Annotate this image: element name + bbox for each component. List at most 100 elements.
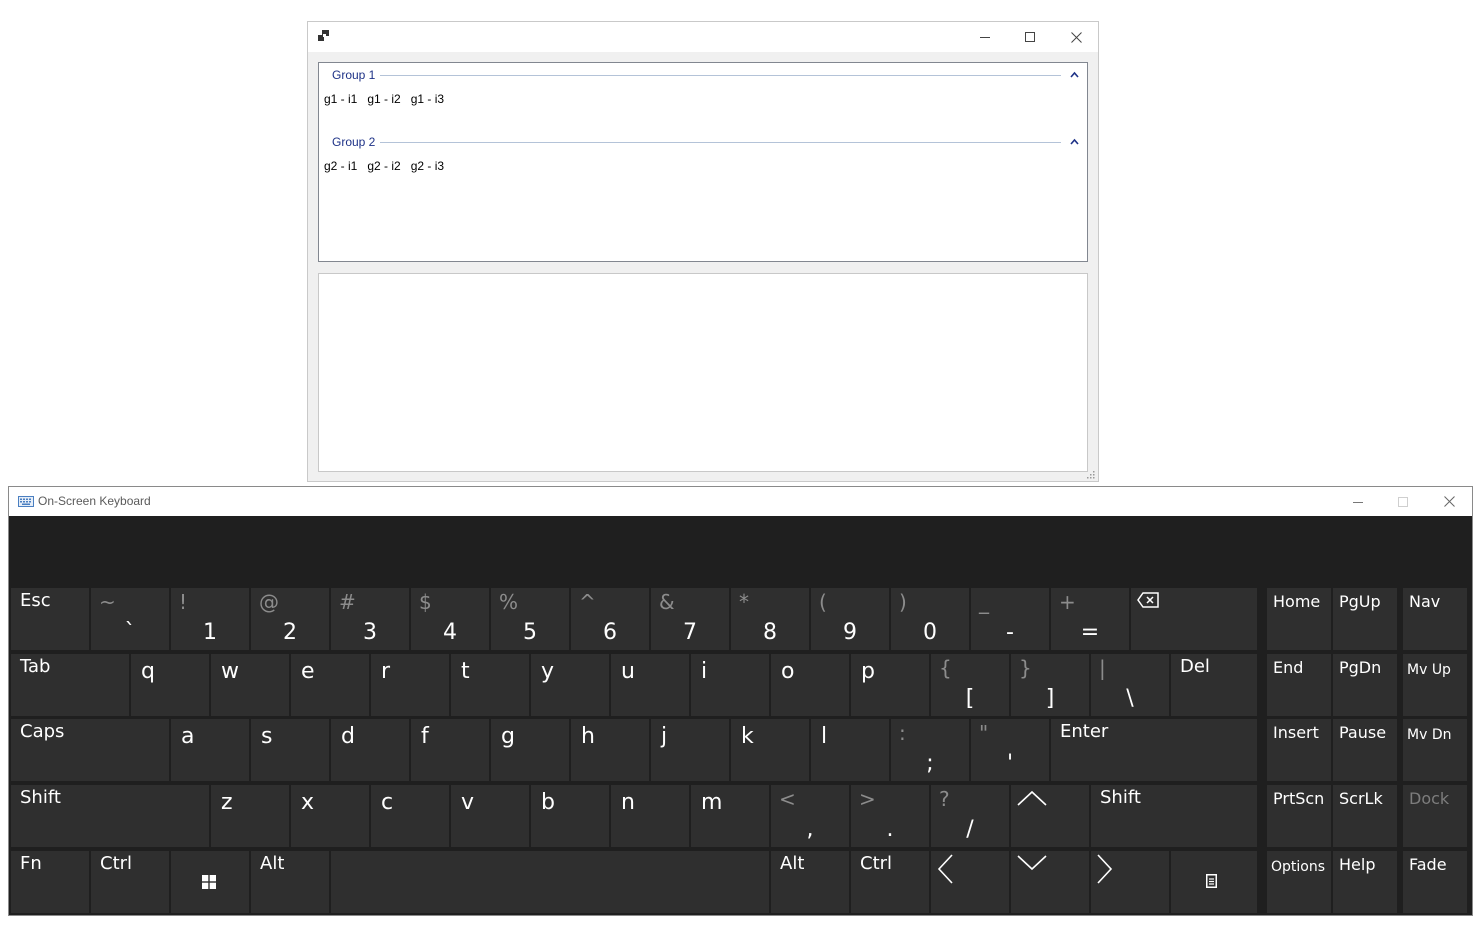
key-g[interactable]: g bbox=[491, 719, 569, 781]
minimize-button[interactable] bbox=[962, 22, 1008, 52]
grouped-list-view[interactable]: Group 1 g1 - i1 g1 - i2 g1 - i3 Group 2 … bbox=[318, 62, 1088, 262]
key-q[interactable]: q bbox=[131, 654, 209, 716]
key-symbol[interactable]: + = bbox=[1051, 588, 1129, 650]
key-symbol[interactable]: >. bbox=[851, 785, 929, 847]
key-0[interactable]: ) 0 bbox=[891, 588, 969, 650]
esc-key[interactable]: Esc bbox=[11, 588, 89, 650]
list-item[interactable]: g1 - i1 bbox=[324, 91, 357, 107]
key-2[interactable]: @2 bbox=[251, 588, 329, 650]
key-e[interactable]: e bbox=[291, 654, 369, 716]
key-v[interactable]: v bbox=[451, 785, 529, 847]
dock-key[interactable]: Dock bbox=[1403, 785, 1467, 847]
space-key[interactable] bbox=[331, 851, 769, 913]
maximize-button[interactable] bbox=[1007, 22, 1053, 52]
alt-key[interactable]: Alt bbox=[251, 851, 329, 913]
key-z[interactable]: z bbox=[211, 785, 289, 847]
ctrl-key[interactable]: Ctrl bbox=[91, 851, 169, 913]
osk-close-button[interactable] bbox=[1426, 487, 1472, 516]
collapse-chevron-icon[interactable] bbox=[1070, 71, 1079, 78]
key-symbol[interactable]: <, bbox=[771, 785, 849, 847]
key-x[interactable]: x bbox=[291, 785, 369, 847]
key-symbol[interactable]: " ' bbox=[971, 719, 1049, 781]
caps-key[interactable]: Caps bbox=[11, 719, 169, 781]
group-2-header[interactable]: Group 2 bbox=[319, 134, 1087, 150]
key-y[interactable]: y bbox=[531, 654, 609, 716]
backspace-key[interactable] bbox=[1131, 588, 1257, 650]
key-o[interactable]: o bbox=[771, 654, 849, 716]
home-key[interactable]: Home bbox=[1267, 588, 1331, 650]
ctrl-key[interactable]: Ctrl bbox=[851, 851, 929, 913]
mv-up-key[interactable]: Mv Up bbox=[1403, 654, 1467, 716]
key-7[interactable]: & 7 bbox=[651, 588, 729, 650]
nav-key[interactable]: Nav bbox=[1403, 588, 1467, 650]
resize-grip-icon[interactable] bbox=[1086, 470, 1095, 479]
key-p[interactable]: p bbox=[851, 654, 929, 716]
list-item[interactable]: g1 - i2 bbox=[367, 91, 400, 107]
list-item[interactable]: g2 - i2 bbox=[367, 158, 400, 174]
scrlk-key[interactable]: ScrLk bbox=[1333, 785, 1397, 847]
key-u[interactable]: u bbox=[611, 654, 689, 716]
shift-key[interactable]: Shift bbox=[11, 785, 209, 847]
pgdn-key[interactable]: PgDn bbox=[1333, 654, 1397, 716]
tab-key[interactable]: Tab bbox=[11, 654, 129, 716]
del-key[interactable]: Del bbox=[1171, 654, 1257, 716]
key-symbol[interactable]: ? / bbox=[931, 785, 1009, 847]
alt-key[interactable]: Alt bbox=[771, 851, 849, 913]
arrow-down-key[interactable] bbox=[1011, 851, 1089, 913]
key-4[interactable]: $4 bbox=[411, 588, 489, 650]
key-6[interactable]: ^ 6 bbox=[571, 588, 649, 650]
key-1[interactable]: ! 1 bbox=[171, 588, 249, 650]
end-key[interactable]: End bbox=[1267, 654, 1331, 716]
key-k[interactable]: k bbox=[731, 719, 809, 781]
help-key[interactable]: Help bbox=[1333, 851, 1397, 913]
key-s[interactable]: s bbox=[251, 719, 329, 781]
key-m[interactable]: m bbox=[691, 785, 769, 847]
key-3[interactable]: #3 bbox=[331, 588, 409, 650]
prtscn-key[interactable]: PrtScn bbox=[1267, 785, 1331, 847]
fn-key[interactable]: Fn bbox=[11, 851, 89, 913]
key-9[interactable]: (9 bbox=[811, 588, 889, 650]
app-title-bar[interactable] bbox=[308, 22, 1098, 52]
context-menu-key[interactable] bbox=[1171, 851, 1257, 913]
key-w[interactable]: w bbox=[211, 654, 289, 716]
key-j[interactable]: j bbox=[651, 719, 729, 781]
key-symbol[interactable]: _ - bbox=[971, 588, 1049, 650]
key-l[interactable]: l bbox=[811, 719, 889, 781]
key-i[interactable]: i bbox=[691, 654, 769, 716]
key-symbol[interactable]: {[ bbox=[931, 654, 1009, 716]
key-h[interactable]: h bbox=[571, 719, 649, 781]
options-key[interactable]: Options bbox=[1267, 851, 1331, 913]
key-5[interactable]: % 5 bbox=[491, 588, 569, 650]
key-d[interactable]: d bbox=[331, 719, 409, 781]
list-item[interactable]: g1 - i3 bbox=[411, 91, 444, 107]
arrow-up-key[interactable] bbox=[1011, 785, 1089, 847]
key-symbol[interactable]: :; bbox=[891, 719, 969, 781]
key-n[interactable]: n bbox=[611, 785, 689, 847]
pause-key[interactable]: Pause bbox=[1333, 719, 1397, 781]
group-1-header[interactable]: Group 1 bbox=[319, 67, 1087, 83]
arrow-left-key[interactable] bbox=[931, 851, 1009, 913]
key-c[interactable]: c bbox=[371, 785, 449, 847]
list-item[interactable]: g2 - i1 bbox=[324, 158, 357, 174]
key-symbol[interactable]: ~ ` bbox=[91, 588, 169, 650]
collapse-chevron-icon[interactable] bbox=[1070, 138, 1079, 145]
pgup-key[interactable]: PgUp bbox=[1333, 588, 1397, 650]
key-f[interactable]: f bbox=[411, 719, 489, 781]
insert-key[interactable]: Insert bbox=[1267, 719, 1331, 781]
osk-minimize-button[interactable] bbox=[1335, 487, 1381, 516]
enter-key[interactable]: Enter bbox=[1051, 719, 1257, 781]
windows-logo-key[interactable] bbox=[171, 851, 249, 913]
key-8[interactable]: * 8 bbox=[731, 588, 809, 650]
mv-dn-key[interactable]: Mv Dn bbox=[1403, 719, 1467, 781]
close-button[interactable] bbox=[1053, 22, 1099, 52]
key-a[interactable]: a bbox=[171, 719, 249, 781]
key-r[interactable]: r bbox=[371, 654, 449, 716]
osk-title-bar[interactable]: On-Screen Keyboard bbox=[9, 487, 1472, 516]
fade-key[interactable]: Fade bbox=[1403, 851, 1467, 913]
shift-key[interactable]: Shift bbox=[1091, 785, 1257, 847]
arrow-right-key[interactable] bbox=[1091, 851, 1169, 913]
key-symbol[interactable]: }] bbox=[1011, 654, 1089, 716]
key-symbol[interactable]: | \ bbox=[1091, 654, 1169, 716]
list-item[interactable]: g2 - i3 bbox=[411, 158, 444, 174]
key-b[interactable]: b bbox=[531, 785, 609, 847]
